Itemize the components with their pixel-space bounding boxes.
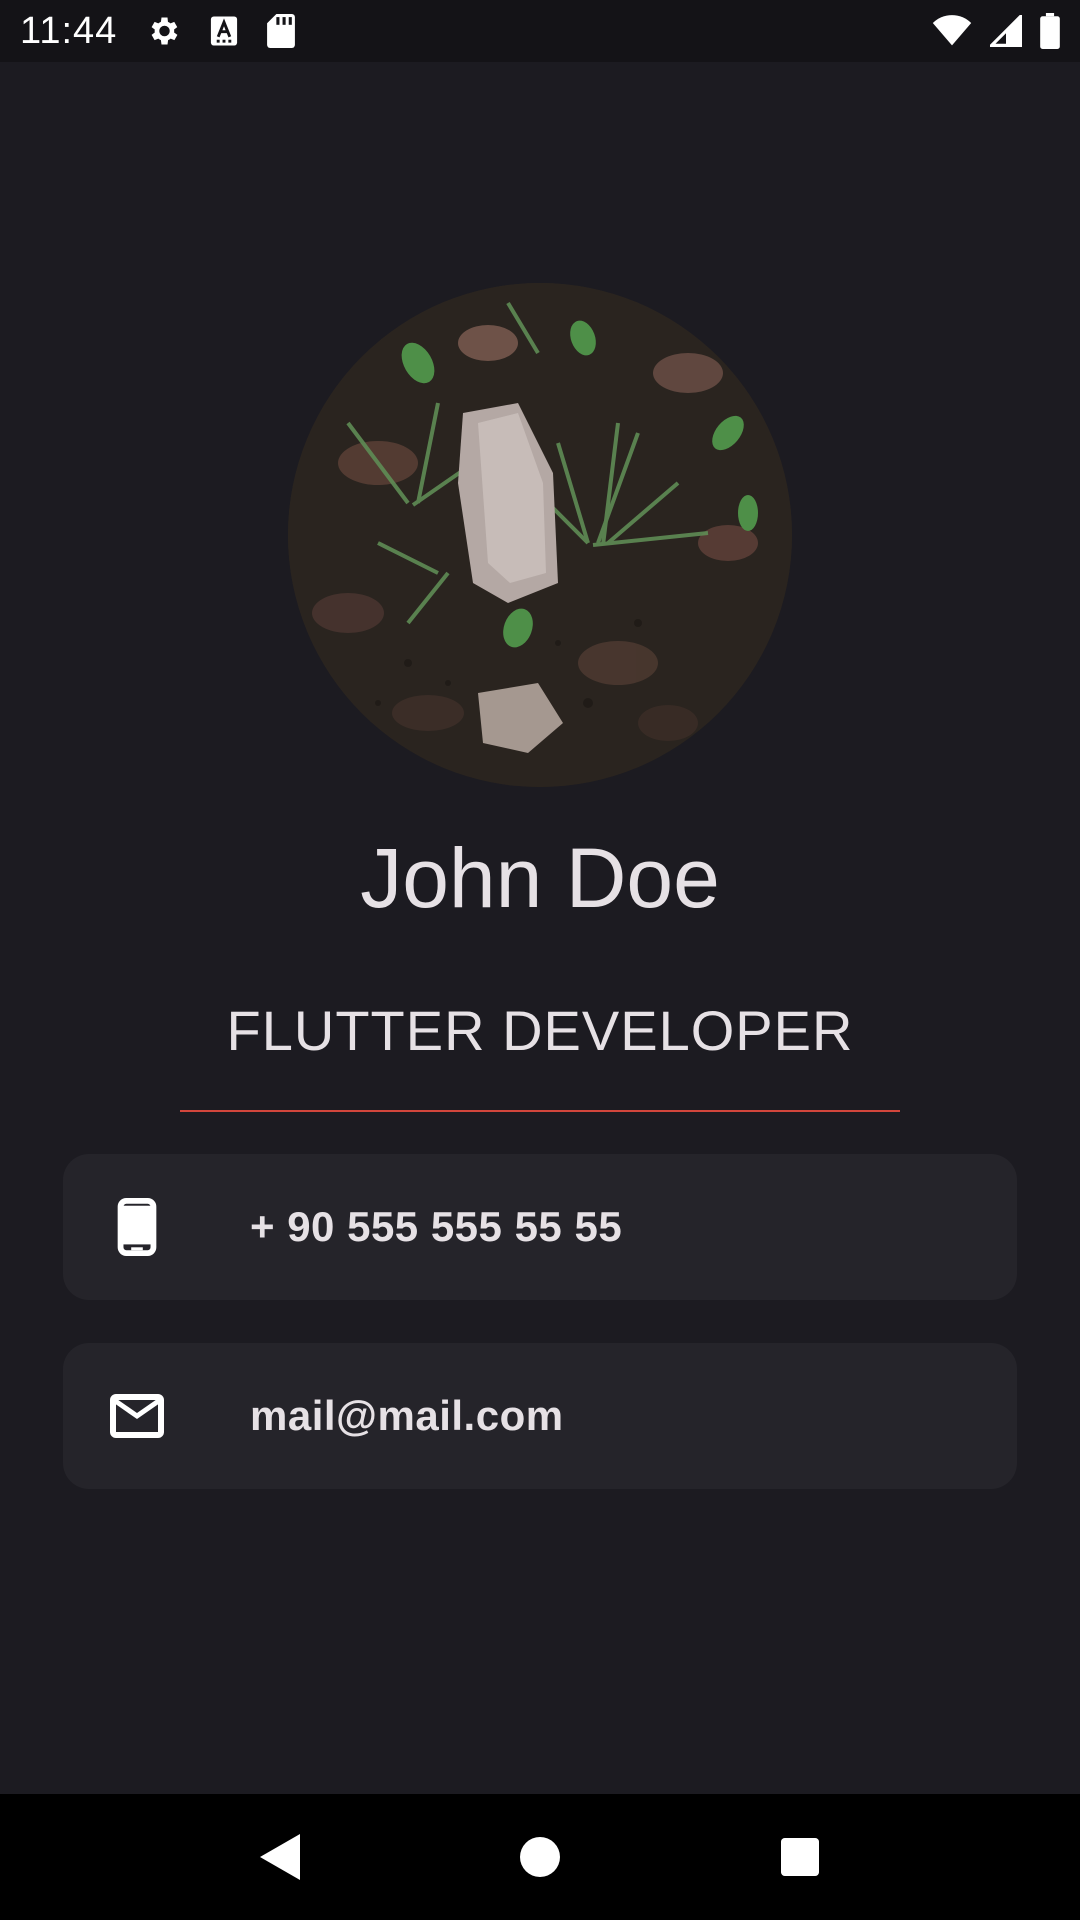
signal-icon — [990, 15, 1022, 47]
settings-icon — [145, 13, 181, 49]
sd-card-icon — [267, 14, 296, 48]
back-button[interactable] — [240, 1817, 320, 1897]
avatar-image — [288, 283, 792, 787]
profile-avatar — [288, 283, 792, 787]
status-right — [932, 13, 1060, 49]
battery-icon — [1040, 13, 1060, 49]
mail-icon — [82, 1394, 192, 1438]
phone-card[interactable]: + 90 555 555 55 55 — [63, 1154, 1017, 1300]
text-a-icon — [209, 15, 239, 47]
status-left: 11:44 — [20, 9, 296, 53]
status-bar: 11:44 — [0, 0, 1080, 62]
email-address: mail@mail.com — [250, 1392, 564, 1439]
phone-icon — [82, 1198, 192, 1256]
back-icon — [260, 1834, 300, 1880]
wifi-icon — [932, 15, 972, 47]
profile-title: FLUTTER DEVELOPER — [226, 999, 854, 1062]
status-time: 11:44 — [20, 9, 118, 52]
divider — [180, 1110, 900, 1112]
phone-number: + 90 555 555 55 55 — [250, 1203, 623, 1250]
recents-button[interactable] — [760, 1817, 840, 1897]
navigation-bar — [0, 1794, 1080, 1920]
profile-name: John Doe — [360, 831, 720, 925]
home-icon — [520, 1837, 560, 1877]
recents-icon — [781, 1838, 819, 1876]
home-button[interactable] — [500, 1817, 580, 1897]
profile-screen: 11:44 John Doe FLUTTER DEVELOPER + 90 55… — [0, 0, 1080, 1920]
email-card[interactable]: mail@mail.com — [63, 1343, 1017, 1489]
